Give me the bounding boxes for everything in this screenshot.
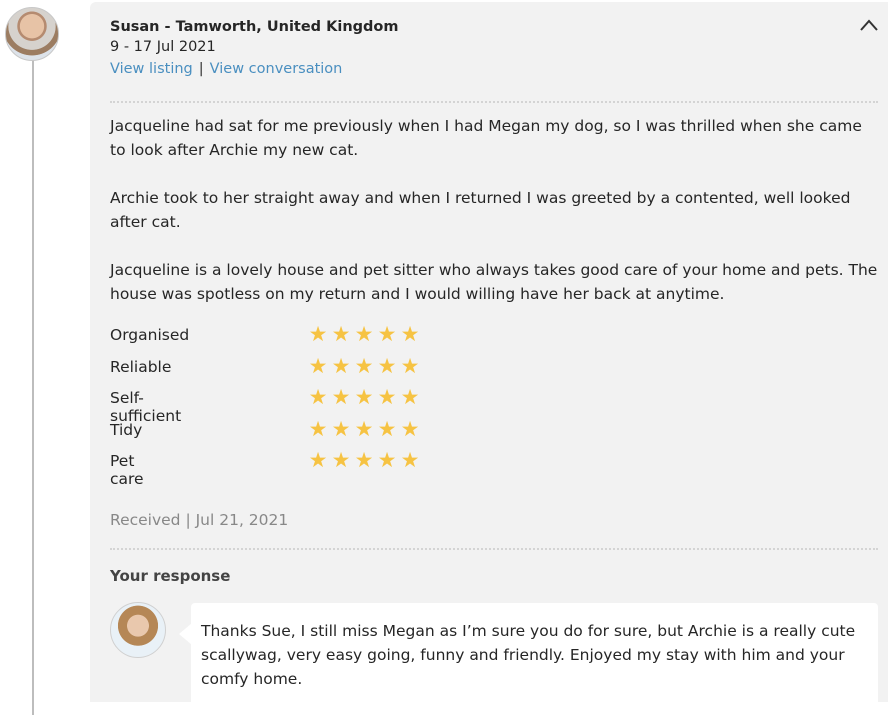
star-icon: ★ [377, 448, 397, 473]
star-icon: ★ [331, 448, 351, 473]
star-icon: ★ [331, 322, 351, 346]
star-icon: ★ [377, 416, 397, 441]
rating-stars: ★ ★ ★ ★ ★ [307, 449, 421, 471]
rating-stars: ★ ★ ★ ★ ★ [307, 323, 421, 345]
star-icon: ★ [354, 448, 374, 473]
link-separator: | [198, 61, 204, 77]
rating-label: Organised [110, 326, 190, 344]
response-bubble: Thanks Sue, I still miss Megan as I’m su… [179, 603, 878, 713]
star-icon: ★ [308, 353, 328, 378]
review-paragraph: Archie took to her straight away and whe… [110, 189, 851, 231]
review-paragraph: Jacqueline had sat for me previously whe… [110, 117, 862, 159]
divider [110, 101, 878, 103]
star-icon: ★ [308, 322, 328, 346]
review-paragraph: Jacqueline is a lovely house and pet sit… [110, 261, 878, 303]
star-icon: ★ [308, 416, 328, 441]
rating-label: Tidy [110, 420, 143, 439]
reviewer-avatar[interactable] [5, 7, 59, 61]
rating-stars: ★ ★ ★ ★ ★ [307, 355, 421, 377]
divider [110, 548, 878, 550]
star-icon: ★ [400, 448, 420, 473]
star-icon: ★ [400, 322, 420, 346]
star-icon: ★ [354, 322, 374, 346]
reviewer-name: Susan - Tamworth, United Kingdom [110, 19, 399, 35]
review-text: Jacqueline had sat for me previously whe… [110, 114, 880, 330]
rating-label: Reliable [110, 357, 172, 376]
star-icon: ★ [354, 353, 374, 378]
rating-stars: ★ ★ ★ ★ ★ [307, 386, 421, 408]
star-icon: ★ [400, 353, 420, 378]
star-icon: ★ [308, 385, 328, 410]
star-icon: ★ [400, 385, 420, 410]
star-icon: ★ [400, 416, 420, 441]
timeline-line [32, 55, 34, 715]
date-range: 9 - 17 Jul 2021 [110, 39, 216, 55]
star-icon: ★ [377, 385, 397, 410]
view-listing-link[interactable]: View listing [110, 61, 193, 77]
star-icon: ★ [354, 385, 374, 410]
chevron-up-icon[interactable] [858, 16, 880, 34]
review-card: Susan - Tamworth, United Kingdom 9 - 17 … [90, 2, 888, 713]
star-icon: ★ [354, 416, 374, 441]
rating-label: Pet care [110, 452, 144, 489]
received-date: Received | Jul 21, 2021 [110, 511, 289, 529]
star-icon: ★ [331, 353, 351, 378]
review-links: View listing | View conversation [110, 61, 342, 77]
sitter-avatar[interactable] [110, 602, 166, 658]
star-icon: ★ [377, 322, 397, 346]
rating-label: Self-sufficient [110, 389, 182, 426]
star-icon: ★ [331, 385, 351, 410]
star-icon: ★ [308, 448, 328, 473]
view-conversation-link[interactable]: View conversation [210, 61, 343, 77]
response-text: Thanks Sue, I still miss Megan as I’m su… [201, 622, 856, 688]
star-icon: ★ [331, 416, 351, 441]
bubble-tail [179, 623, 192, 645]
star-icon: ★ [377, 353, 397, 378]
response-title: Your response [110, 567, 231, 585]
rating-stars: ★ ★ ★ ★ ★ [307, 418, 421, 440]
